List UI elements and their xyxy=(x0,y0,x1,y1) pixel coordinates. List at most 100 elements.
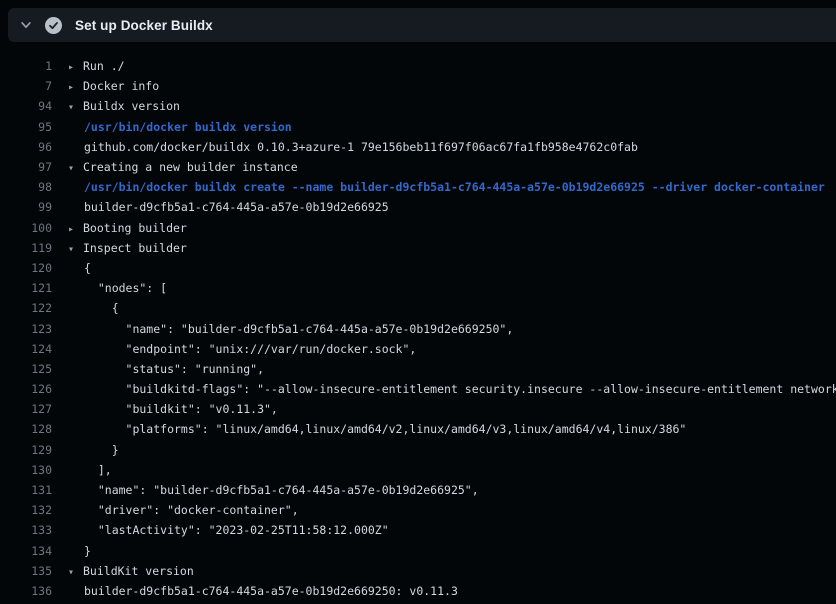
log-line: 131 "name": "builder-d9cfb5a1-c764-445a-… xyxy=(0,480,836,500)
log-output-text: "lastActivity": "2023-02-25T11:58:12.000… xyxy=(68,523,389,537)
log-line: 136 builder-d9cfb5a1-c764-445a-a57e-0b19… xyxy=(0,581,836,601)
log-group-toggle[interactable]: ▾Creating a new builder instance xyxy=(68,160,298,174)
log-line: 126 "buildkitd-flags": "--allow-insecure… xyxy=(0,379,836,399)
log-output-text: builder-d9cfb5a1-c764-445a-a57e-0b19d2e6… xyxy=(68,200,389,214)
line-number[interactable]: 100 xyxy=(0,221,52,235)
line-number[interactable]: 97 xyxy=(0,160,52,174)
chevron-down-icon: ▾ xyxy=(68,567,83,578)
log-line: 99 builder-d9cfb5a1-c764-445a-a57e-0b19d… xyxy=(0,197,836,217)
log-lines: 1 ▸Run ./ 7 ▸Docker info 94 ▾Buildx vers… xyxy=(0,56,836,601)
chevron-down-icon[interactable] xyxy=(18,17,34,33)
line-number[interactable]: 134 xyxy=(0,544,52,558)
log-line: 122 { xyxy=(0,298,836,318)
chevron-down-icon: ▾ xyxy=(68,102,83,113)
log-output-text: "buildkit": "v0.11.3", xyxy=(68,402,278,416)
log-output-text: "status": "running", xyxy=(68,362,264,376)
log-output-text: } xyxy=(68,544,91,558)
log-group-toggle[interactable]: ▸Run ./ xyxy=(68,59,125,73)
log-group-row: 135 ▾BuildKit version xyxy=(0,561,836,581)
log-output-text: "nodes": [ xyxy=(68,281,167,295)
log-group-toggle[interactable]: ▸Booting builder xyxy=(68,221,187,235)
log-output-text: "driver": "docker-container", xyxy=(68,503,299,517)
log-output-text: "buildkitd-flags": "--allow-insecure-ent… xyxy=(68,382,836,396)
group-title: Docker info xyxy=(83,79,159,93)
group-title: Run ./ xyxy=(83,59,125,73)
line-number[interactable]: 135 xyxy=(0,564,52,578)
log-output-text: ], xyxy=(68,463,112,477)
log-output-text: "name": "builder-d9cfb5a1-c764-445a-a57e… xyxy=(68,483,479,497)
log-line: 123 "name": "builder-d9cfb5a1-c764-445a-… xyxy=(0,318,836,338)
log-line: 124 "endpoint": "unix:///var/run/docker.… xyxy=(0,339,836,359)
log-line: 130 ], xyxy=(0,460,836,480)
step-title: Set up Docker Buildx xyxy=(75,18,213,33)
log-line: 127 "buildkit": "v0.11.3", xyxy=(0,399,836,419)
log-output-text: { xyxy=(68,301,119,315)
line-number[interactable]: 98 xyxy=(0,180,52,194)
group-title: Inspect builder xyxy=(83,241,187,255)
chevron-right-icon: ▸ xyxy=(68,224,83,235)
line-number[interactable]: 119 xyxy=(0,241,52,255)
line-number[interactable]: 123 xyxy=(0,322,52,336)
log-line: 134 } xyxy=(0,541,836,561)
line-number[interactable]: 127 xyxy=(0,402,52,416)
group-title: Buildx version xyxy=(83,99,180,113)
group-title: BuildKit version xyxy=(83,564,194,578)
line-number[interactable]: 94 xyxy=(0,99,52,113)
chevron-down-icon: ▾ xyxy=(68,244,83,255)
log-line: 133 "lastActivity": "2023-02-25T11:58:12… xyxy=(0,520,836,540)
log-line: 120 { xyxy=(0,258,836,278)
log-line: 132 "driver": "docker-container", xyxy=(0,500,836,520)
log-command-text: /usr/bin/docker buildx create --name bui… xyxy=(68,180,825,194)
line-number[interactable]: 132 xyxy=(0,503,52,517)
chevron-down-icon: ▾ xyxy=(68,163,83,174)
chevron-right-icon: ▸ xyxy=(68,62,83,73)
log-group-row: 97 ▾Creating a new builder instance xyxy=(0,157,836,177)
log-line: 96 github.com/docker/buildx 0.10.3+azure… xyxy=(0,137,836,157)
line-number[interactable]: 129 xyxy=(0,443,52,457)
log-group-row: 100 ▸Booting builder xyxy=(0,218,836,238)
log-group-toggle[interactable]: ▾Buildx version xyxy=(68,99,180,113)
log-line: 98 /usr/bin/docker buildx create --name … xyxy=(0,177,836,197)
line-number[interactable]: 124 xyxy=(0,342,52,356)
log-output-text: "endpoint": "unix:///var/run/docker.sock… xyxy=(68,342,416,356)
log-line: 95 /usr/bin/docker buildx version xyxy=(0,117,836,137)
log-output-text: "name": "builder-d9cfb5a1-c764-445a-a57e… xyxy=(68,322,513,336)
line-number[interactable]: 7 xyxy=(0,79,52,93)
log-group-row: 94 ▾Buildx version xyxy=(0,96,836,116)
log-group-row: 119 ▾Inspect builder xyxy=(0,238,836,258)
log-line: 129 } xyxy=(0,440,836,460)
log-output-text: "platforms": "linux/amd64,linux/amd64/v2… xyxy=(68,422,686,436)
log-group-toggle[interactable]: ▸Docker info xyxy=(68,79,159,93)
line-number[interactable]: 131 xyxy=(0,483,52,497)
line-number[interactable]: 128 xyxy=(0,422,52,436)
line-number[interactable]: 1 xyxy=(0,59,52,73)
log-group-row: 7 ▸Docker info xyxy=(0,76,836,96)
log-group-toggle[interactable]: ▾Inspect builder xyxy=(68,241,187,255)
log-output-text: builder-d9cfb5a1-c764-445a-a57e-0b19d2e6… xyxy=(68,584,458,598)
log-group-row: 1 ▸Run ./ xyxy=(0,56,836,76)
line-number[interactable]: 136 xyxy=(0,584,52,598)
line-number[interactable]: 96 xyxy=(0,140,52,154)
log-output-text: github.com/docker/buildx 0.10.3+azure-1 … xyxy=(68,140,638,154)
line-number[interactable]: 130 xyxy=(0,463,52,477)
group-title: Creating a new builder instance xyxy=(83,160,298,174)
line-number[interactable]: 126 xyxy=(0,382,52,396)
chevron-right-icon: ▸ xyxy=(68,82,83,93)
check-circle-icon xyxy=(45,17,62,34)
log-line: 128 "platforms": "linux/amd64,linux/amd6… xyxy=(0,419,836,439)
log-output-text: } xyxy=(68,443,119,457)
log-output-text: { xyxy=(68,261,91,275)
line-number[interactable]: 99 xyxy=(0,200,52,214)
line-number[interactable]: 120 xyxy=(0,261,52,275)
line-number[interactable]: 121 xyxy=(0,281,52,295)
log-command-text: /usr/bin/docker buildx version xyxy=(68,120,292,134)
step-header[interactable]: Set up Docker Buildx xyxy=(8,8,836,42)
line-number[interactable]: 125 xyxy=(0,362,52,376)
log-group-toggle[interactable]: ▾BuildKit version xyxy=(68,564,194,578)
log-line: 121 "nodes": [ xyxy=(0,278,836,298)
line-number[interactable]: 95 xyxy=(0,120,52,134)
group-title: Booting builder xyxy=(83,221,187,235)
line-number[interactable]: 133 xyxy=(0,523,52,537)
line-number[interactable]: 122 xyxy=(0,301,52,315)
log-line: 125 "status": "running", xyxy=(0,359,836,379)
